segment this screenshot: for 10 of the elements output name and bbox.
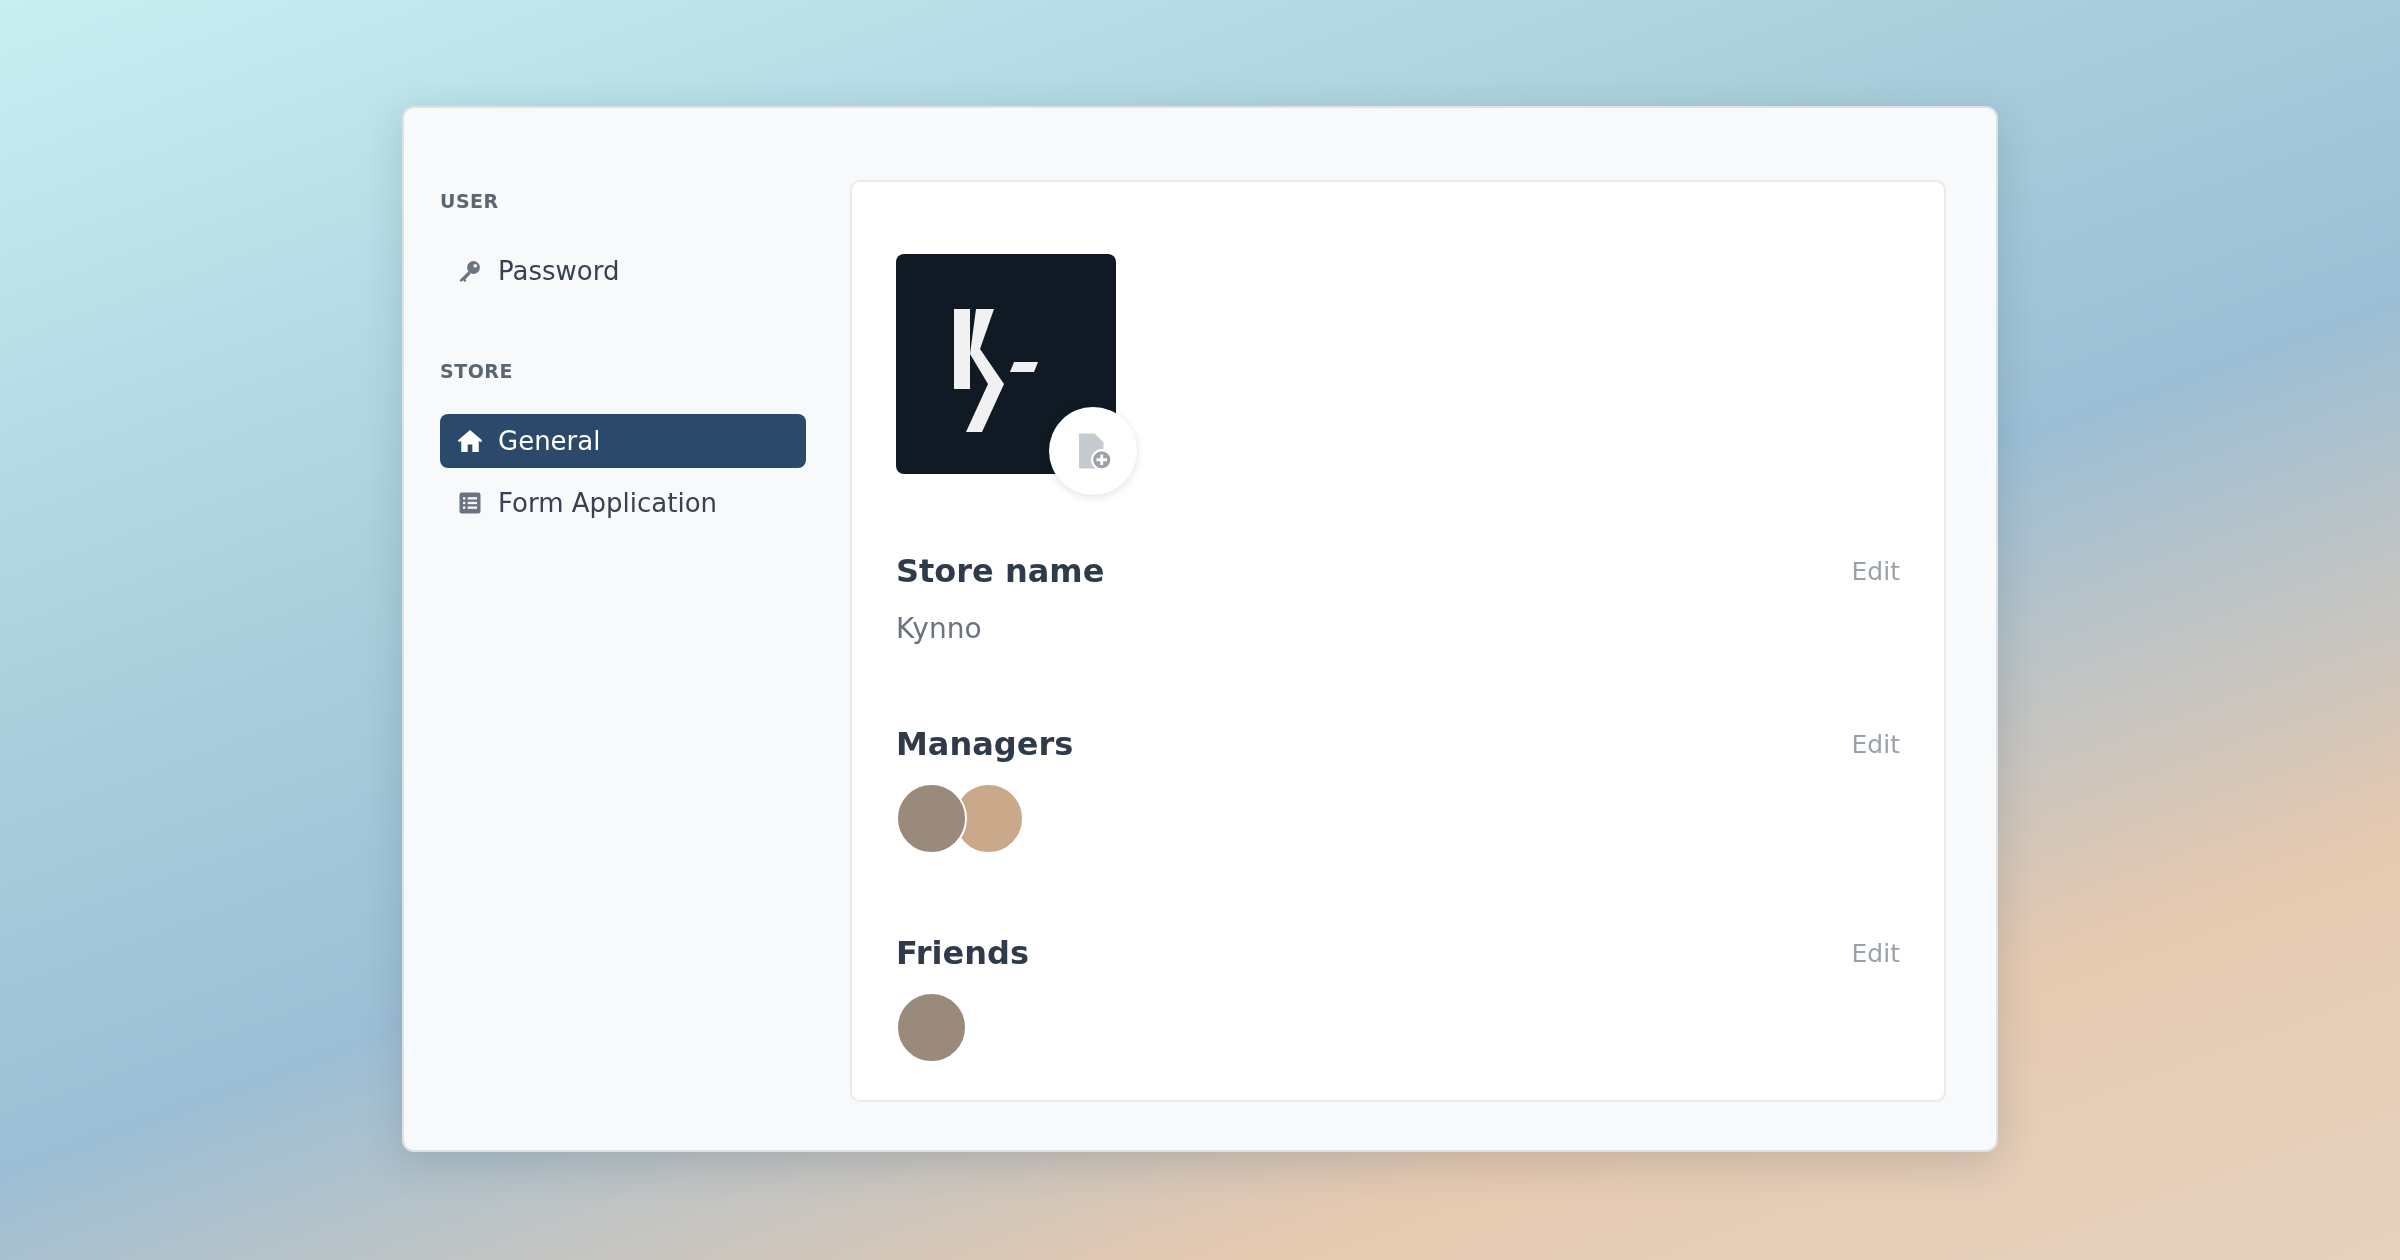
section-title: Store name (896, 552, 1105, 590)
store-name-value: Kynno (896, 612, 983, 645)
section-title: Managers (896, 725, 1074, 763)
home-icon (456, 427, 484, 455)
section-title: Friends (896, 934, 1029, 972)
section-heading: STORE (440, 360, 514, 382)
section-heading: USER (440, 190, 500, 212)
sidebar-item[interactable]: Password (440, 244, 806, 298)
sidebar-item[interactable]: General (440, 414, 806, 468)
sidebar-item[interactable]: Form Application (440, 476, 806, 530)
